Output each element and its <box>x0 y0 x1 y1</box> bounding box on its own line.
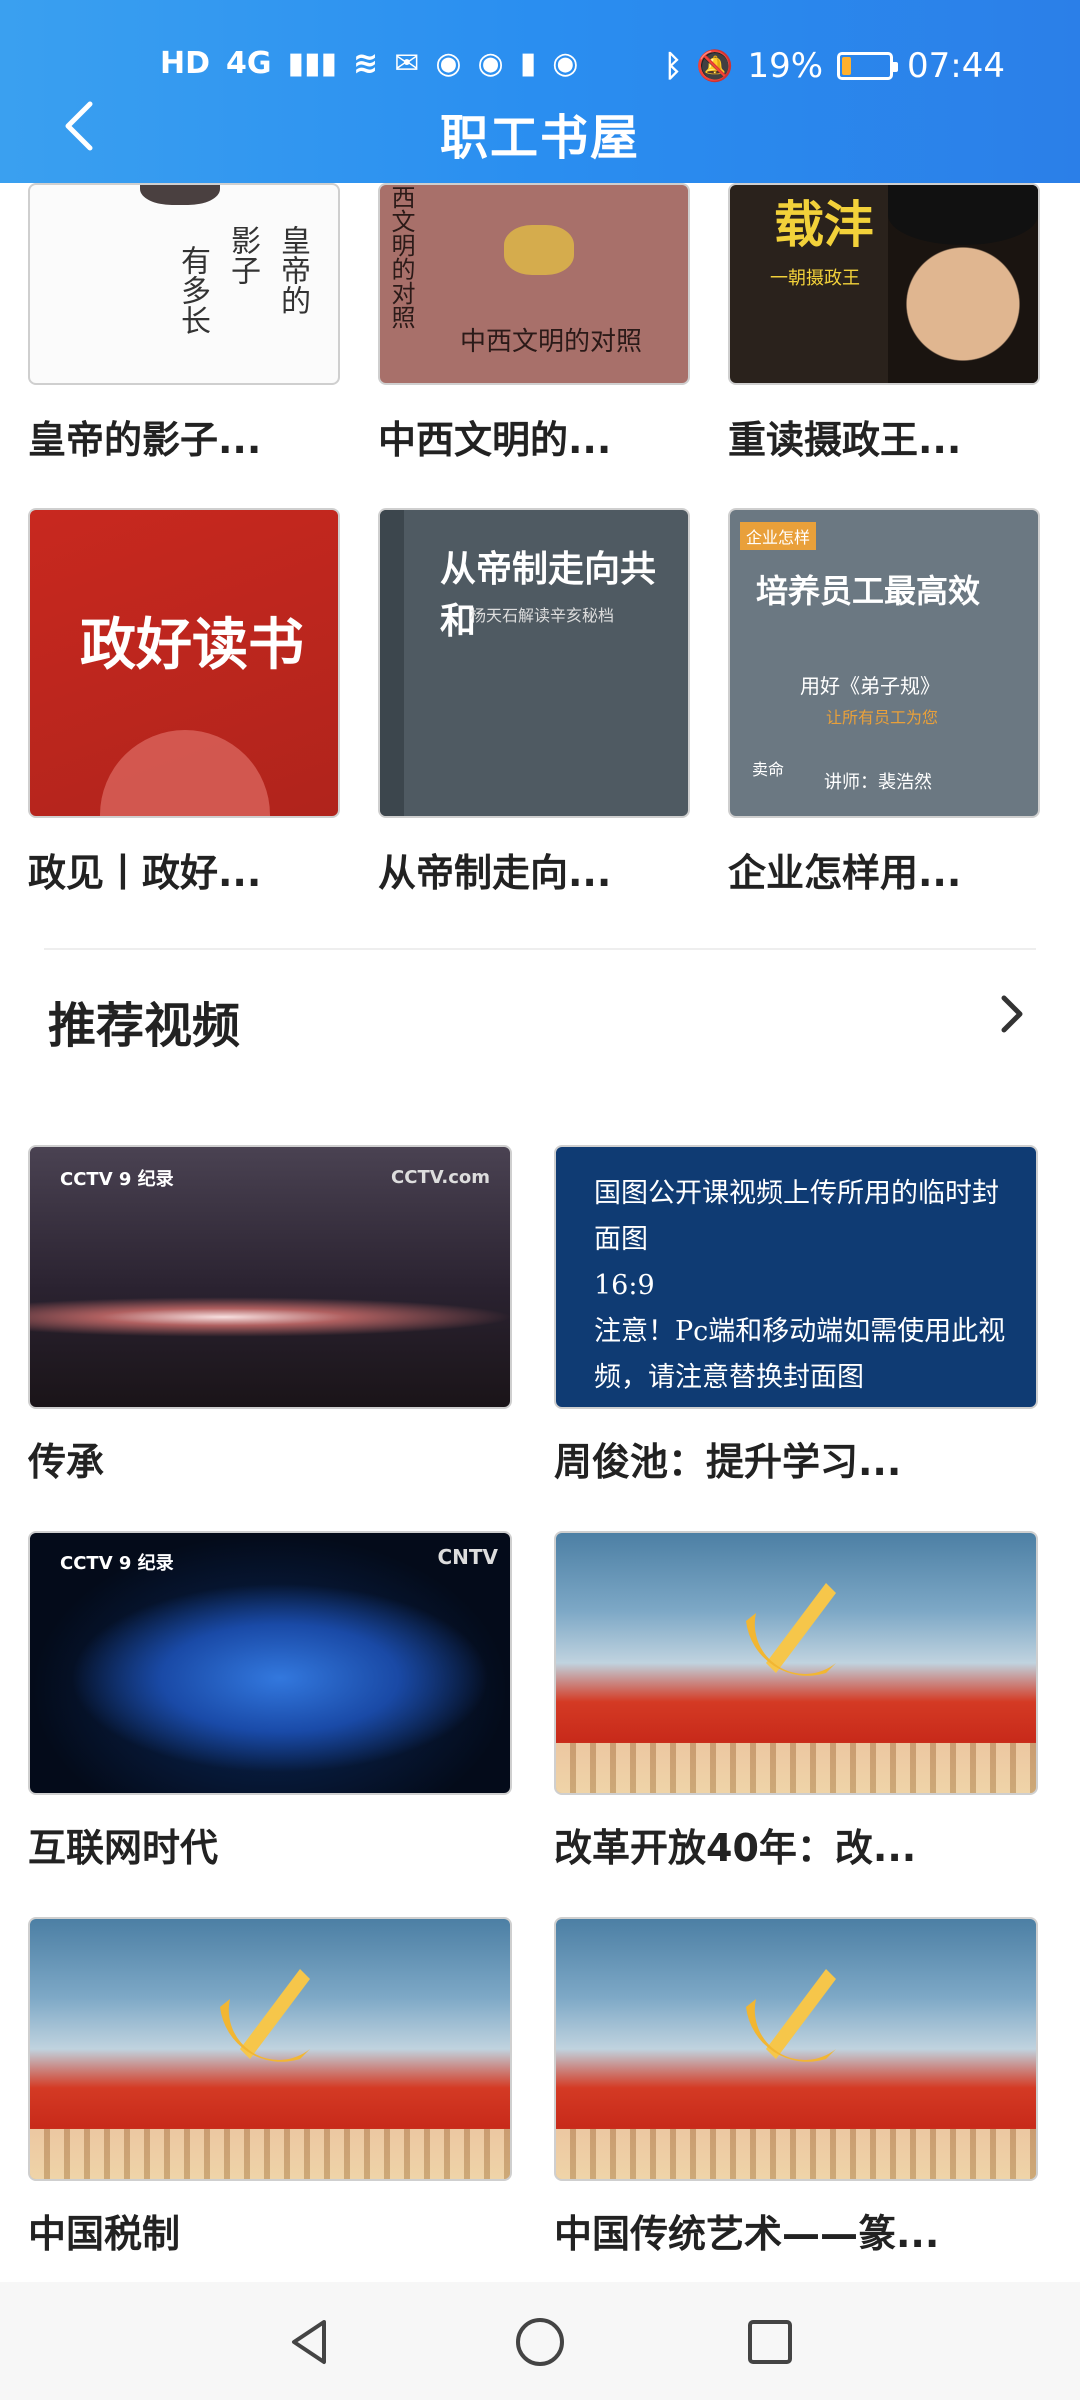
signal-icon: ▮▮▮ <box>287 46 338 81</box>
video-card[interactable]: 改革开放40年：改... <box>554 1531 1038 1872</box>
status-left-icons: HD 4G ▮▮▮ ≋ ✉ ◉ ◉ ▮ ◉ <box>160 46 578 81</box>
emblem-image <box>746 1583 836 1676</box>
video-title[interactable]: 中国传统艺术——篆... <box>554 2203 1038 2258</box>
book-title[interactable]: 政见丨政好... <box>28 842 340 897</box>
section-divider <box>44 948 1036 950</box>
video-card[interactable]: 中国税制 <box>28 1917 512 2258</box>
video-title[interactable]: 传承 <box>28 1431 512 1486</box>
app-icon: ◉ <box>477 46 504 81</box>
video-title[interactable]: 周俊池：提升学习... <box>554 1431 1038 1486</box>
chevron-right-icon[interactable] <box>988 990 1036 1038</box>
status-bar: HD 4G ▮▮▮ ≋ ✉ ◉ ◉ ▮ ◉ ᛒ 🔕 19% 07:44 <box>0 40 1080 96</box>
book-title[interactable]: 中西文明的... <box>378 409 690 464</box>
clock: 07:44 <box>907 46 1005 86</box>
battery-icon <box>837 52 899 80</box>
video-title[interactable]: 互联网时代 <box>28 1817 512 1872</box>
status-right: ᛒ 🔕 19% 07:44 <box>664 46 1005 86</box>
book-card[interactable]: 企业怎样 培养员工最高效 用好《弟子规》 让所有员工为您 卖命 讲师：裴浩然 企… <box>728 508 1040 897</box>
book-card[interactable]: 从帝制走向共和 杨天石解读辛亥秘档 从帝制走向... <box>378 508 690 897</box>
emblem-image <box>746 1969 836 2062</box>
book-cover[interactable]: 从帝制走向共和 杨天石解读辛亥秘档 <box>378 508 690 818</box>
book-card[interactable]: 西文明的对照 中西文明的对照 中西文明的... <box>378 183 690 464</box>
nav-home-icon[interactable] <box>510 2312 570 2372</box>
video-title[interactable]: 改革开放40年：改... <box>554 1817 1038 1872</box>
video-thumbnail[interactable]: CCTV 9 纪录 CCTV.com <box>28 1145 512 1409</box>
wifi-icon: ≋ <box>353 46 379 81</box>
book-row: 政好读书 政见丨政好... 从帝制走向共和 杨天石解读辛亥秘档 从帝制走向...… <box>28 508 1052 895</box>
video-thumbnail[interactable]: 国图公开课视频上传所用的临时封面图 16:9 注意！Pc端和移动端如需使用此视频… <box>554 1145 1038 1409</box>
nav-recents-icon[interactable] <box>740 2312 800 2372</box>
book-card[interactable]: 载沣 一朝摄政王 重读摄政王... <box>728 183 1040 464</box>
book-title[interactable]: 重读摄政王... <box>728 409 1040 464</box>
video-card[interactable]: CCTV 9 纪录 CCTV.com 传承 <box>28 1145 512 1486</box>
battery-alert-icon: ▮ <box>519 46 537 81</box>
mail-icon: ✉ <box>394 46 420 81</box>
book-title[interactable]: 从帝制走向... <box>378 842 690 897</box>
section-title: 推荐视频 <box>48 998 241 1054</box>
hd-icon: HD <box>160 46 211 81</box>
video-thumbnail[interactable] <box>554 1917 1038 2181</box>
book-card[interactable]: 政好读书 政见丨政好... <box>28 508 340 897</box>
battery-percent: 19% <box>747 46 824 86</box>
book-cover[interactable]: 企业怎样 培养员工最高效 用好《弟子规》 让所有员工为您 卖命 讲师：裴浩然 <box>728 508 1040 818</box>
book-cover[interactable]: 载沣 一朝摄政王 <box>728 183 1040 385</box>
network-4g-icon: 4G <box>226 46 272 81</box>
video-thumbnail[interactable] <box>28 1917 512 2181</box>
book-row: 皇帝的 影子 有多长 皇帝的影子... 西文明的对照 中西文明的对照 中西文明的… <box>28 183 1052 483</box>
app-icon: ◉ <box>435 46 462 81</box>
book-title[interactable]: 企业怎样用... <box>728 842 1040 897</box>
page-title: 职工书屋 <box>439 110 640 166</box>
book-cover[interactable]: 西文明的对照 中西文明的对照 <box>378 183 690 385</box>
nav-back-icon[interactable] <box>280 2312 340 2372</box>
book-title[interactable]: 皇帝的影子... <box>28 409 340 464</box>
app-header: HD 4G ▮▮▮ ≋ ✉ ◉ ◉ ▮ ◉ ᛒ 🔕 19% 07:44 职工书屋 <box>0 0 1080 183</box>
app-icon: ◉ <box>552 46 579 81</box>
system-nav-bar <box>0 2282 1080 2400</box>
emblem-image <box>220 1969 310 2062</box>
video-card[interactable]: 国图公开课视频上传所用的临时封面图 16:9 注意！Pc端和移动端如需使用此视频… <box>554 1145 1038 1486</box>
book-cover[interactable]: 政好读书 <box>28 508 340 818</box>
book-card[interactable]: 皇帝的 影子 有多长 皇帝的影子... <box>28 183 340 464</box>
bluetooth-icon: ᛒ <box>664 48 683 84</box>
video-card[interactable]: CCTV 9 纪录 CNTV 互联网时代 <box>28 1531 512 1872</box>
video-card[interactable]: 中国传统艺术——篆... <box>554 1917 1038 2258</box>
book-cover[interactable]: 皇帝的 影子 有多长 <box>28 183 340 385</box>
video-thumbnail[interactable] <box>554 1531 1038 1795</box>
video-thumbnail[interactable]: CCTV 9 纪录 CNTV <box>28 1531 512 1795</box>
mute-icon: 🔕 <box>696 48 734 84</box>
video-title[interactable]: 中国税制 <box>28 2203 512 2258</box>
